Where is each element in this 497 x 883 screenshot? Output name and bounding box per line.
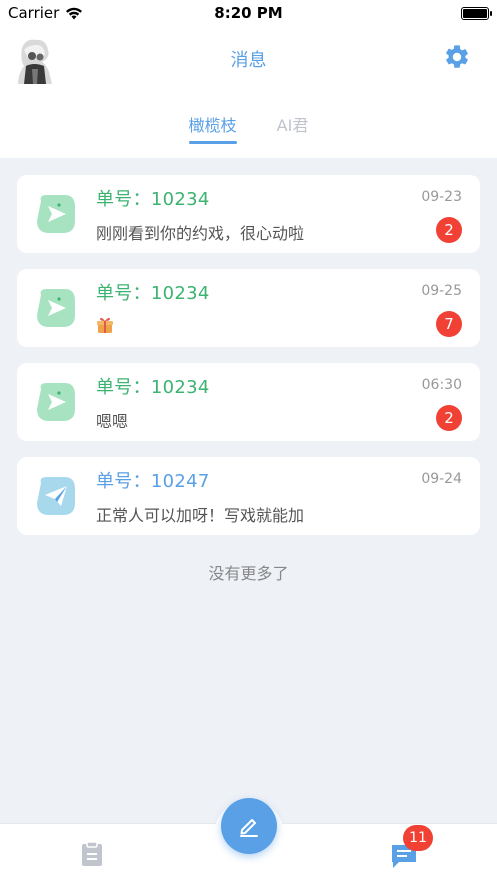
message-list: 单号：10234 09-23 刚刚看到你的约戏，很心动啦 2 单号：10234 … [17,175,480,551]
tabs: 橄榄枝 AI君 [0,112,497,144]
order-green-icon [37,195,75,233]
message-preview: 正常人可以加呀！写戏就能加 [96,506,305,525]
tab-olive-branch[interactable]: 橄榄枝 [188,112,237,144]
pencil-icon [240,819,258,837]
message-title: 单号：10234 [96,377,210,398]
carrier-label: Carrier [8,4,60,22]
message-title: 单号：10234 [96,189,210,210]
tab-ai[interactable]: AI君 [277,112,309,144]
settings-button[interactable] [443,43,471,71]
unread-badge: 7 [436,311,462,337]
tab-orders[interactable] [80,841,104,867]
wifi-icon [66,7,83,19]
message-preview: 刚刚看到你的约戏，很心动啦 [96,224,305,243]
message-date: 09-24 [421,471,462,487]
clipboard-icon [82,841,102,866]
message-preview: 嗯嗯 [96,412,129,431]
unread-badge: 2 [436,217,462,243]
message-preview [96,314,114,338]
gift-icon [97,317,113,333]
order-green-icon [37,289,75,327]
paper-plane-icon [37,477,75,515]
message-card[interactable]: 单号：10247 09-24 正常人可以加呀！写戏就能加 [17,457,480,535]
status-left: Carrier [8,4,83,22]
header: 消息 橄榄枝 AI君 [0,26,497,158]
message-title: 单号：10234 [96,283,210,304]
order-green-icon [37,383,75,421]
message-card[interactable]: 单号：10234 06:30 嗯嗯 2 [17,363,480,441]
battery-icon [461,6,492,20]
no-more-text: 没有更多了 [208,564,289,583]
unread-badge: 2 [436,405,462,431]
compose-button[interactable] [221,798,277,854]
page-title: 消息 [230,50,267,71]
gear-icon [446,45,468,68]
status-bar: Carrier 8:20 PM [0,0,497,26]
message-card[interactable]: 单号：10234 09-23 刚刚看到你的约戏，很心动啦 2 [17,175,480,253]
message-card[interactable]: 单号：10234 09-25 7 [17,269,480,347]
message-date: 06:30 [421,377,462,393]
message-date: 09-25 [421,283,462,299]
message-title: 单号：10247 [96,471,210,492]
message-date: 09-23 [421,189,462,205]
messages-badge: 11 [403,825,433,851]
